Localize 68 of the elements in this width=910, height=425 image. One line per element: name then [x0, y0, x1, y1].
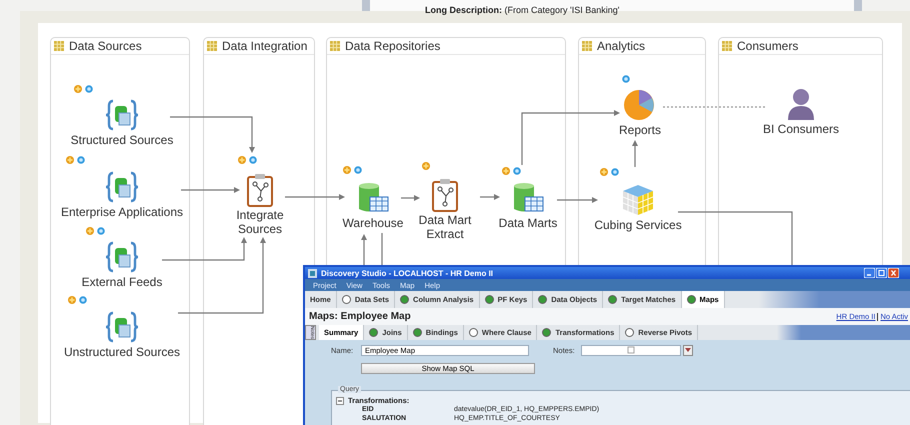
data-source-icon — [105, 170, 139, 204]
node-label: Warehouse — [342, 216, 404, 230]
lane-title: Analytics — [597, 39, 646, 53]
page-heading: Maps: Employee Map — [309, 311, 411, 322]
collapse-toggle[interactable] — [336, 396, 344, 404]
connector-arrow — [361, 234, 367, 265]
note-icon — [627, 346, 635, 354]
node-label: External Feeds — [82, 275, 162, 289]
plus-icon[interactable] — [74, 85, 82, 93]
info-icon[interactable] — [77, 156, 85, 164]
node-label: Unstructured Sources — [64, 345, 180, 359]
data-source-icon — [105, 98, 139, 132]
info-icon[interactable] — [79, 296, 87, 304]
connector-arrow — [401, 195, 420, 201]
info-icon[interactable] — [85, 85, 93, 93]
grid-icon — [207, 41, 217, 51]
info-icon[interactable] — [354, 166, 362, 174]
data-source-icon — [105, 240, 139, 274]
node-label: Cubing Services — [594, 218, 682, 232]
plus-icon[interactable] — [238, 156, 246, 164]
clipboard-icon — [246, 173, 274, 207]
connector-arrow — [480, 194, 500, 200]
caret-icon — [685, 348, 691, 352]
plus-icon[interactable] — [343, 166, 351, 174]
info-icon[interactable] — [97, 227, 105, 235]
pie-chart-icon — [623, 88, 657, 122]
long-description-text: Long Description: (From Category 'ISI Banking' — [425, 5, 620, 15]
connector-line — [381, 233, 383, 265]
maximize-icon[interactable] — [876, 268, 887, 278]
plus-icon[interactable] — [86, 227, 94, 235]
connector-arrow — [557, 197, 598, 203]
node-label: Integrate Sources — [235, 208, 285, 236]
grid-icon — [330, 41, 340, 51]
info-icon[interactable] — [622, 75, 630, 83]
lane-title: Consumers — [737, 39, 798, 53]
plus-icon[interactable] — [502, 167, 510, 175]
app-icon — [308, 268, 317, 278]
node-label: Enterprise Applications — [60, 205, 184, 219]
info-icon[interactable] — [513, 167, 521, 175]
window-title: Discovery Studio - LOCALHOST - HR Demo II — [321, 268, 494, 278]
node-label: Reports — [618, 123, 662, 137]
lane-title: Data Integration — [222, 39, 308, 53]
info-icon[interactable] — [249, 156, 257, 164]
plus-icon[interactable] — [422, 162, 430, 170]
info-icon[interactable] — [611, 168, 619, 176]
node-label: Data Marts — [498, 216, 558, 230]
connector-arrow — [632, 140, 638, 167]
minimize-icon[interactable] — [864, 268, 875, 278]
grid-icon — [582, 41, 592, 51]
person-icon — [786, 87, 816, 121]
connector-arrow — [181, 187, 240, 193]
plus-icon[interactable] — [600, 168, 608, 176]
lane-title: Data Repositories — [345, 39, 440, 53]
cube-icon — [621, 183, 655, 217]
plus-icon[interactable] — [66, 156, 74, 164]
grid-icon — [722, 41, 732, 51]
close-icon[interactable] — [888, 268, 899, 278]
node-label: BI Consumers — [762, 122, 840, 136]
dropdown-button[interactable] — [683, 344, 693, 356]
plus-icon[interactable] — [68, 296, 76, 304]
clipboard-icon — [431, 178, 459, 212]
node-label: Structured Sources — [70, 133, 174, 147]
data-source-icon — [105, 310, 139, 344]
notes-field[interactable] — [581, 344, 681, 356]
lane-title: Data Sources — [69, 39, 142, 53]
connector-arrow — [285, 194, 345, 200]
node-label: Data Mart Extract — [418, 213, 472, 241]
grid-icon — [54, 41, 64, 51]
